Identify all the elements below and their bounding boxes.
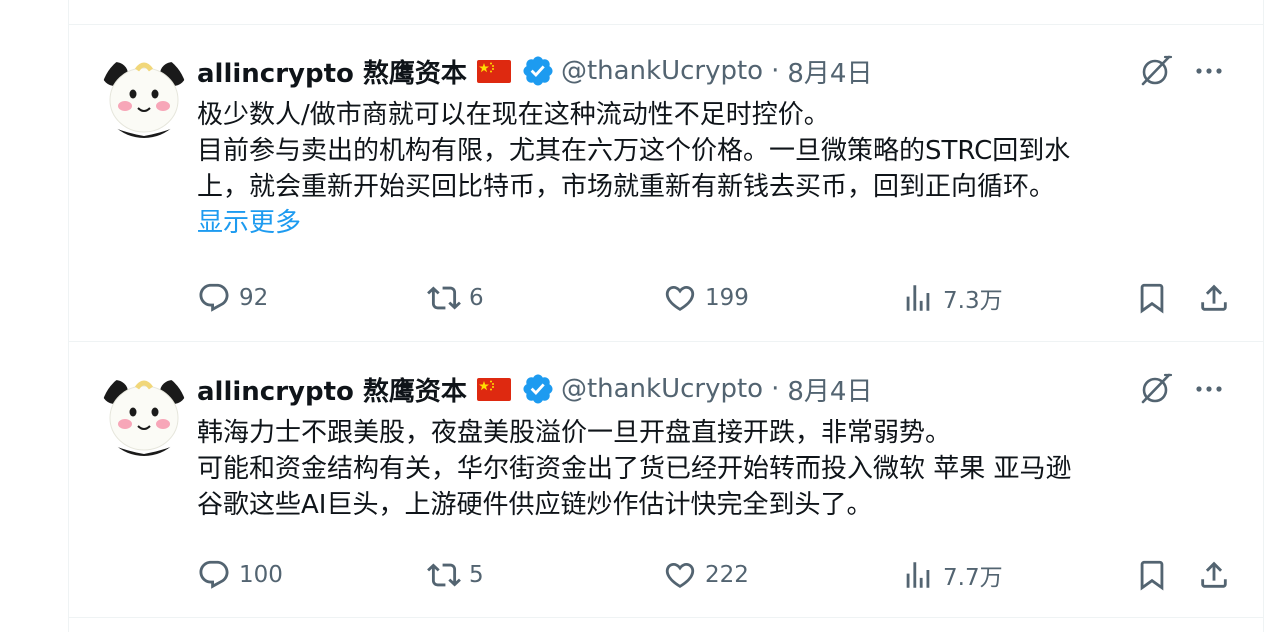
retweet-icon	[427, 563, 461, 587]
like-count: 199	[705, 285, 749, 311]
bookmark-button[interactable]	[1135, 555, 1169, 595]
display-name[interactable]: allincrypto 熬鹰资本	[197, 53, 467, 90]
share-button[interactable]	[1197, 278, 1231, 318]
separator: ·	[771, 374, 780, 404]
avatar[interactable]	[101, 52, 187, 138]
share-icon	[1201, 561, 1227, 588]
handle[interactable]: @thankUcrypto	[561, 56, 763, 86]
china-flag-icon	[476, 377, 511, 401]
tweet-text: 极少数人/做市商就可以在现在这种流动性不足时控价。 目前参与卖出的机构有限，尤其…	[197, 97, 1217, 241]
handle[interactable]: @thankUcrypto	[561, 374, 763, 404]
tweet-line: 上，就会重新开始买回比特币，市场就重新有新钱去买币，回到正向循环。	[197, 172, 1056, 202]
like-button[interactable]: 199	[663, 278, 749, 318]
show-more-link[interactable]: 显示更多	[197, 205, 1217, 241]
reply-count: 100	[239, 562, 283, 588]
china-flag-icon	[476, 59, 511, 83]
tweet-line: 韩海力士不跟美股，夜盘美股溢价一旦开盘直接开跌，非常弱势。	[197, 418, 952, 448]
bookmark-icon	[1140, 560, 1164, 591]
action-bar: 100 5 222 7.7万	[197, 555, 1239, 595]
bookmark-button[interactable]	[1135, 278, 1169, 318]
tweet-header: allincrypto 熬鹰资本 @thankUcrypto · 8月4日	[197, 53, 872, 89]
tweet-line: 可能和资金结构有关，华尔街资金出了货已经开始转而投入微软 苹果 亚马逊	[197, 454, 1072, 484]
verified-badge-icon[interactable]	[521, 54, 555, 88]
like-count: 222	[705, 562, 749, 588]
tweet-header: allincrypto 熬鹰资本 @thankUcrypto · 8月4日	[197, 371, 872, 407]
more-icon[interactable]	[1189, 369, 1229, 409]
tweet-line: 目前参与卖出的机构有限，尤其在六万这个价格。一旦微策略的STRC回到水	[197, 136, 1071, 166]
timeline: allincrypto 熬鹰资本 @thankUcrypto · 8月4日 极少…	[68, 0, 1264, 632]
share-button[interactable]	[1197, 555, 1231, 595]
grok-icon[interactable]	[1135, 369, 1175, 409]
separator: ·	[771, 56, 780, 86]
views-icon	[906, 562, 930, 588]
timestamp[interactable]: 8月4日	[787, 371, 872, 408]
retweet-button[interactable]: 6	[427, 278, 484, 318]
tweet[interactable]: allincrypto 熬鹰资本 @thankUcrypto · 8月4日 极少…	[69, 25, 1263, 342]
share-icon	[1201, 284, 1227, 311]
tweet-line: 谷歌这些AI巨头，上游硬件供应链炒作估计快完全到头了。	[197, 490, 873, 520]
grok-icon[interactable]	[1135, 51, 1175, 91]
display-name[interactable]: allincrypto 熬鹰资本	[197, 371, 467, 408]
like-icon	[665, 562, 695, 588]
bookmark-icon	[1140, 283, 1164, 314]
avatar[interactable]	[101, 370, 187, 456]
views-icon	[906, 285, 930, 311]
views-button[interactable]: 7.7万	[901, 555, 1003, 595]
like-button[interactable]: 222	[663, 555, 749, 595]
retweet-count: 6	[469, 285, 484, 311]
tweet[interactable]: allincrypto 熬鹰资本 @thankUcrypto · 8月4日 韩海…	[69, 343, 1263, 618]
views-count: 7.3万	[943, 288, 1003, 314]
timestamp[interactable]: 8月4日	[787, 53, 872, 90]
reply-icon	[199, 560, 229, 589]
verified-badge-icon[interactable]	[521, 372, 555, 406]
reply-button[interactable]: 92	[197, 278, 268, 318]
more-icon[interactable]	[1189, 51, 1229, 91]
reply-icon	[199, 283, 229, 312]
like-icon	[665, 285, 695, 311]
action-bar: 92 6 199 7.3万	[197, 278, 1239, 318]
tweet-text: 韩海力士不跟美股，夜盘美股溢价一旦开盘直接开跌，非常弱势。 可能和资金结构有关，…	[197, 415, 1217, 523]
reply-button[interactable]: 100	[197, 555, 283, 595]
tweet-line: 极少数人/做市商就可以在现在这种流动性不足时控价。	[197, 100, 830, 130]
reply-count: 92	[239, 285, 269, 311]
retweet-button[interactable]: 5	[427, 555, 484, 595]
views-count: 7.7万	[943, 565, 1003, 591]
retweet-icon	[427, 286, 461, 310]
views-button[interactable]: 7.3万	[901, 278, 1003, 318]
retweet-count: 5	[469, 562, 484, 588]
